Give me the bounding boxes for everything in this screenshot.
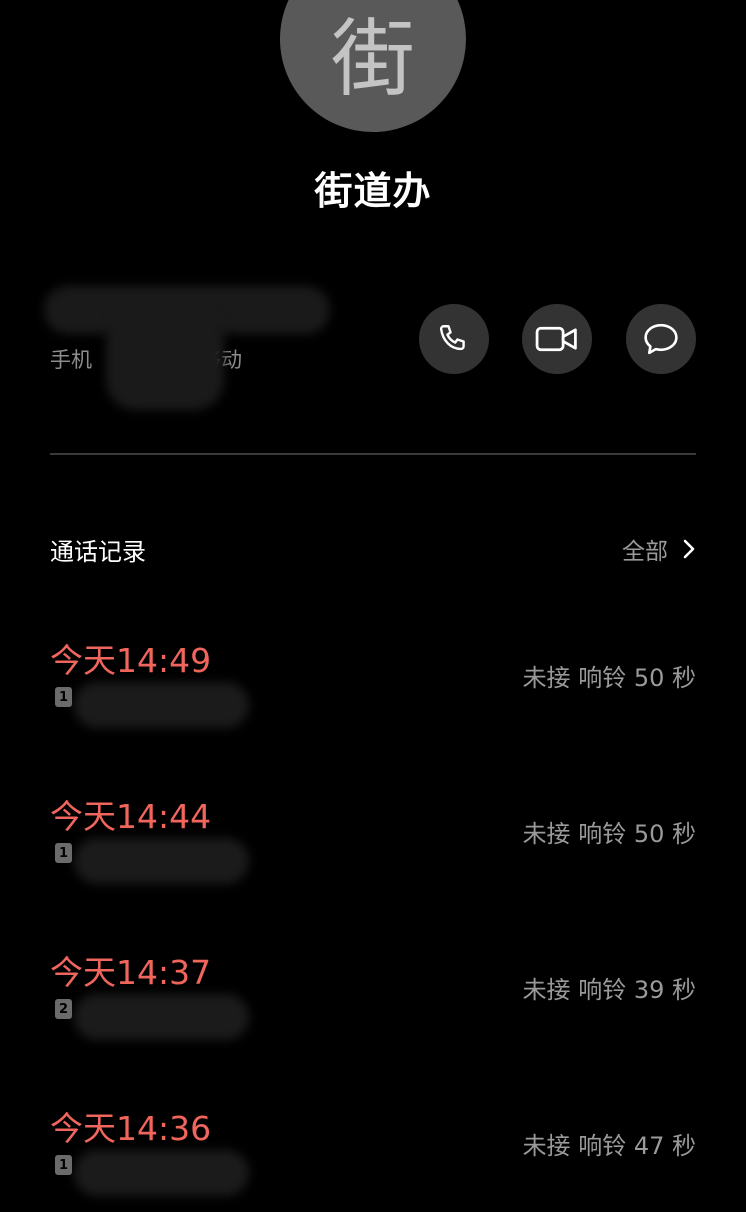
call-status: 未接 响铃 50 秒	[522, 664, 696, 692]
call-time: 今天14:49	[50, 641, 212, 680]
call-time: 今天14:36	[50, 1109, 212, 1148]
sim-card-icon: 2	[55, 999, 72, 1019]
call-log-entry[interactable]: 今天14:49 1 未接 响铃 50 秒	[50, 634, 696, 744]
call-time: 今天14:37	[50, 953, 212, 992]
video-call-button[interactable]	[522, 304, 592, 374]
redacted-number	[74, 838, 249, 884]
call-status: 未接 响铃 47 秒	[522, 1132, 696, 1160]
phone-icon	[439, 325, 465, 351]
call-button[interactable]	[419, 304, 489, 374]
call-time: 今天14:44	[50, 797, 212, 836]
section-divider	[50, 453, 696, 455]
video-camera-icon	[535, 326, 577, 352]
call-log-title: 通话记录	[50, 538, 146, 566]
phone-label-prefix: 手机	[50, 348, 92, 372]
call-log-entry[interactable]: 今天14:36 1 未接 响铃 47 秒	[50, 1102, 696, 1212]
message-button[interactable]	[626, 304, 696, 374]
sim-card-icon: 1	[55, 843, 72, 863]
call-log-entry[interactable]: 今天14:37 2 未接 响铃 39 秒	[50, 946, 696, 1056]
sim-card-icon: 1	[55, 687, 72, 707]
redacted-number	[74, 1150, 249, 1196]
phone-number-block[interactable]: 手机移动	[44, 280, 350, 420]
redacted-number	[74, 682, 249, 728]
message-bubble-icon	[644, 323, 678, 355]
chevron-right-icon	[683, 539, 695, 559]
sim-card-icon: 1	[55, 1155, 72, 1175]
redacted-number	[74, 994, 249, 1040]
see-all-label: 全部	[622, 539, 668, 565]
see-all-button[interactable]: 全部	[622, 532, 696, 566]
call-log-entry[interactable]: 今天14:44 1 未接 响铃 50 秒	[50, 790, 696, 900]
call-status: 未接 响铃 50 秒	[522, 820, 696, 848]
redacted-phone-detail	[106, 310, 224, 410]
contact-name: 街道办	[314, 169, 432, 213]
call-status: 未接 响铃 39 秒	[522, 976, 696, 1004]
contact-avatar: 街	[280, 0, 466, 132]
avatar-initial: 街	[330, 10, 415, 108]
